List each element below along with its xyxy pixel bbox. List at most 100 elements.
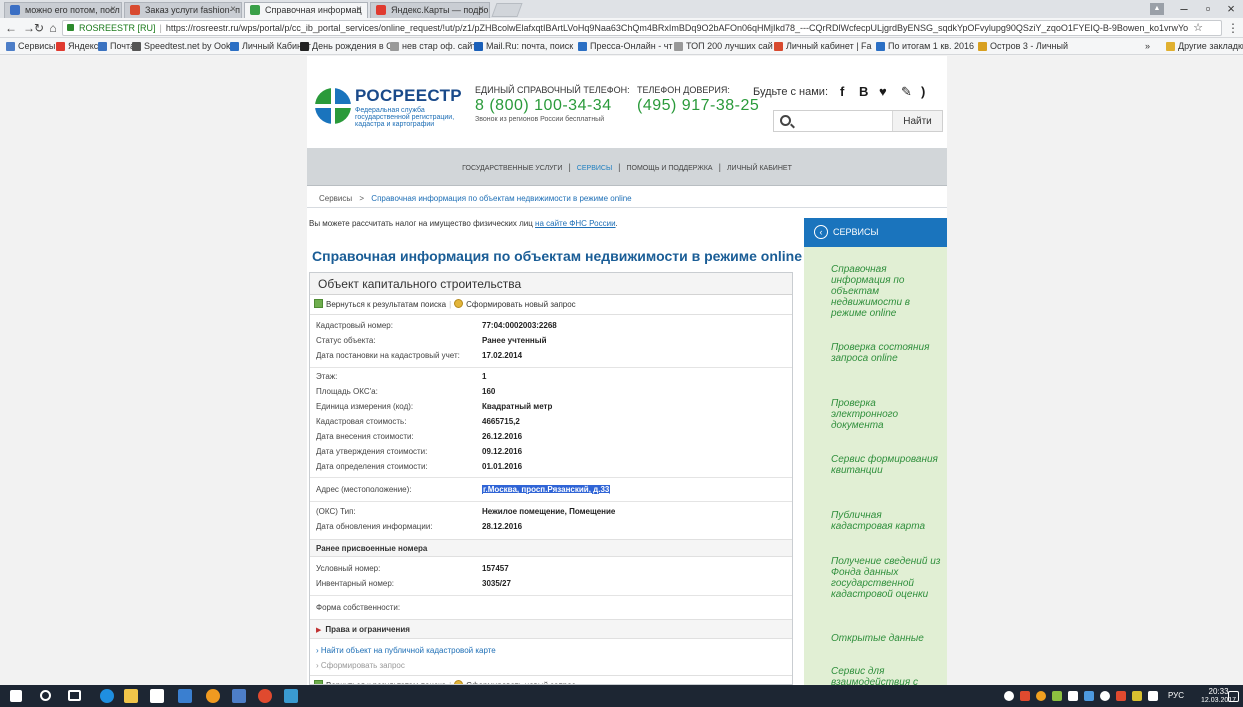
volume-icon[interactable] xyxy=(1100,691,1110,701)
browser-tab-active[interactable]: Справочная информац × xyxy=(244,2,368,18)
rosreestr-logo-icon[interactable] xyxy=(313,84,353,128)
bookmark-item[interactable]: Сервисы xyxy=(6,40,55,52)
sidebar-item-valuation-fund[interactable]: Получение сведений из Фонда данных госуд… xyxy=(831,556,945,600)
bookmark-folder[interactable]: Другие закладки xyxy=(1166,40,1243,52)
tab-favicon-icon xyxy=(130,5,140,15)
tab-close-icon[interactable]: × xyxy=(478,3,484,17)
store-icon[interactable] xyxy=(150,689,164,703)
reload-icon[interactable]: ↻ xyxy=(32,20,46,36)
site-search: Найти xyxy=(773,110,943,132)
tray-icon[interactable] xyxy=(1004,691,1014,701)
fns-link[interactable]: на сайте ФНС России xyxy=(535,219,615,228)
nav-item-account[interactable]: ЛИЧНЫЙ КАБИНЕТ xyxy=(727,165,792,172)
hand-icon[interactable]: ✎ xyxy=(901,84,912,100)
page-title: Справочная информация по объектам недвиж… xyxy=(312,248,803,264)
tray-icon[interactable] xyxy=(1116,691,1126,701)
bookmark-favicon-icon xyxy=(674,42,683,51)
tray-icon[interactable] xyxy=(1068,691,1078,701)
bookmark-item[interactable]: Личный кабинет | Fa xyxy=(774,40,872,52)
lock-icon xyxy=(67,24,74,31)
sidebar-item-open-data[interactable]: Открытые данные xyxy=(831,633,945,644)
sidebar-item-interaction[interactable]: Сервис для взаимодействия с xyxy=(831,666,945,685)
restore-icon[interactable]: ▫ xyxy=(1196,0,1220,18)
breadcrumb-root[interactable]: Сервисы xyxy=(319,194,352,203)
bookmark-item[interactable]: День рождения в Ст xyxy=(300,40,397,52)
more-bookmarks-button[interactable]: » xyxy=(1145,40,1150,52)
sidebar-item-e-document[interactable]: Проверка электронного документа xyxy=(831,398,945,431)
minimize-icon[interactable]: – xyxy=(1172,0,1196,18)
rights-toggle[interactable]: ▶ Права и ограничения xyxy=(310,619,792,639)
facebook-icon[interactable]: f xyxy=(840,84,844,99)
new-request-link[interactable]: Сформировать новый запрос xyxy=(466,300,576,309)
tab-close-icon[interactable]: × xyxy=(110,3,116,17)
notifications-icon[interactable] xyxy=(1228,691,1239,702)
bookmark-item[interactable]: нев стар оф. сайт xyxy=(390,40,476,52)
url-input[interactable]: ROSREESTR [RU] | https://rosreestr.ru/wps/… xyxy=(62,20,1222,36)
bookmark-item[interactable]: Speedtest.net by Ook xyxy=(132,40,231,52)
tray-icon[interactable] xyxy=(1132,691,1142,701)
logo-subtitle: Федеральная служба государственной регис… xyxy=(355,107,455,128)
back-arrow-icon[interactable]: ← xyxy=(4,20,18,36)
windows-start-icon[interactable] xyxy=(10,690,22,702)
browser-tab[interactable]: можно его потом, посл × xyxy=(4,2,122,18)
make-request-link[interactable]: › Сформировать запрос xyxy=(316,661,405,670)
tray-icon[interactable] xyxy=(1052,691,1062,701)
bookmark-item[interactable]: Личный Кабинет xyxy=(230,40,311,52)
user-profile-icon[interactable]: ▲ xyxy=(1150,3,1164,15)
home-icon[interactable]: ⌂ xyxy=(46,20,60,36)
app-icon[interactable] xyxy=(206,689,220,703)
search-icon[interactable] xyxy=(40,690,51,701)
bookmark-star-icon[interactable]: ☆ xyxy=(1193,21,1203,35)
bookmark-item[interactable]: По итогам 1 кв. 2016 xyxy=(876,40,974,52)
nav-item-gov-services[interactable]: ГОСУДАРСТВЕННЫЕ УСЛУГИ xyxy=(462,165,562,172)
breadcrumb-separator: > xyxy=(359,194,365,203)
breadcrumb-current[interactable]: Справочная информация по объектам недвиж… xyxy=(371,194,631,203)
sidebar-item-request-status[interactable]: Проверка состояния запроса online xyxy=(831,342,945,364)
sidebar-item-cadastral-map[interactable]: Публичная кадастровая карта xyxy=(831,510,945,532)
search-input[interactable] xyxy=(798,113,886,129)
logo-title[interactable]: РОСРЕЕСТР xyxy=(355,86,462,106)
sidebar-header[interactable]: ‹ СЕРВИСЫ xyxy=(804,218,947,247)
twitter-icon[interactable]: ♥ xyxy=(879,84,887,99)
address-value[interactable]: г.Москва, просп.Рязанский, д.33 xyxy=(482,485,611,494)
menu-dots-icon[interactable]: ⋮ xyxy=(1226,20,1240,36)
sidebar-item-reference-info[interactable]: Справочная информация по объектам недвиж… xyxy=(831,264,945,319)
new-tab-button[interactable] xyxy=(491,3,523,17)
tray-icon[interactable] xyxy=(1036,691,1046,701)
rss-icon[interactable]: ) xyxy=(921,84,925,99)
bookmark-item[interactable]: ТОП 200 лучших сай xyxy=(674,40,773,52)
edge-icon[interactable] xyxy=(100,689,114,703)
windows-taskbar: РУС 20:33 12.03.2017 xyxy=(0,685,1243,707)
sidebar-item-receipt[interactable]: Сервис формирования квитанции xyxy=(831,454,945,476)
search-button[interactable]: Найти xyxy=(892,111,942,131)
tab-close-icon[interactable]: × xyxy=(230,3,236,17)
app-icon[interactable] xyxy=(178,689,192,703)
task-view-icon[interactable] xyxy=(68,690,81,701)
bookmark-item[interactable]: Почта xyxy=(98,40,135,52)
chrome-icon[interactable] xyxy=(258,689,272,703)
app-icon[interactable] xyxy=(284,689,298,703)
vk-icon[interactable]: B xyxy=(859,84,868,99)
keyboard-language[interactable]: РУС xyxy=(1168,691,1184,700)
explorer-icon[interactable] xyxy=(124,689,138,703)
close-window-icon[interactable]: × xyxy=(1219,0,1243,18)
back-to-results-link[interactable]: Вернуться к результатам поиска xyxy=(326,300,446,309)
tray-icon[interactable] xyxy=(1148,691,1158,701)
bookmark-item[interactable]: Пресса-Онлайн - чт xyxy=(578,40,673,52)
tax-notice: Вы можете рассчитать налог на имущество … xyxy=(309,219,618,228)
bookmark-favicon-icon xyxy=(390,42,399,51)
bookmark-item[interactable]: Яндекс xyxy=(56,40,98,52)
tray-icon[interactable] xyxy=(1020,691,1030,701)
app-icon[interactable] xyxy=(232,689,246,703)
tab-close-icon[interactable]: × xyxy=(356,3,362,17)
nav-item-services[interactable]: СЕРВИСЫ xyxy=(577,165,612,172)
browser-tab[interactable]: Яндекс.Карты — подро × xyxy=(370,2,490,18)
bookmark-item[interactable]: Остров 3 - Личный xyxy=(978,40,1068,52)
network-icon[interactable] xyxy=(1084,691,1094,701)
bookmark-item[interactable]: Mail.Ru: почта, поиск xyxy=(474,40,573,52)
browser-tab[interactable]: Заказ услуги fashion- п × xyxy=(124,2,242,18)
nav-item-help[interactable]: ПОМОЩЬ И ПОДДЕРЖКА xyxy=(627,165,713,172)
bookmark-favicon-icon xyxy=(978,42,987,51)
field-row: Статус объекта: Ранее учтенный xyxy=(316,336,547,345)
find-on-map-link[interactable]: › Найти объект на публичной кадастровой … xyxy=(316,646,496,655)
